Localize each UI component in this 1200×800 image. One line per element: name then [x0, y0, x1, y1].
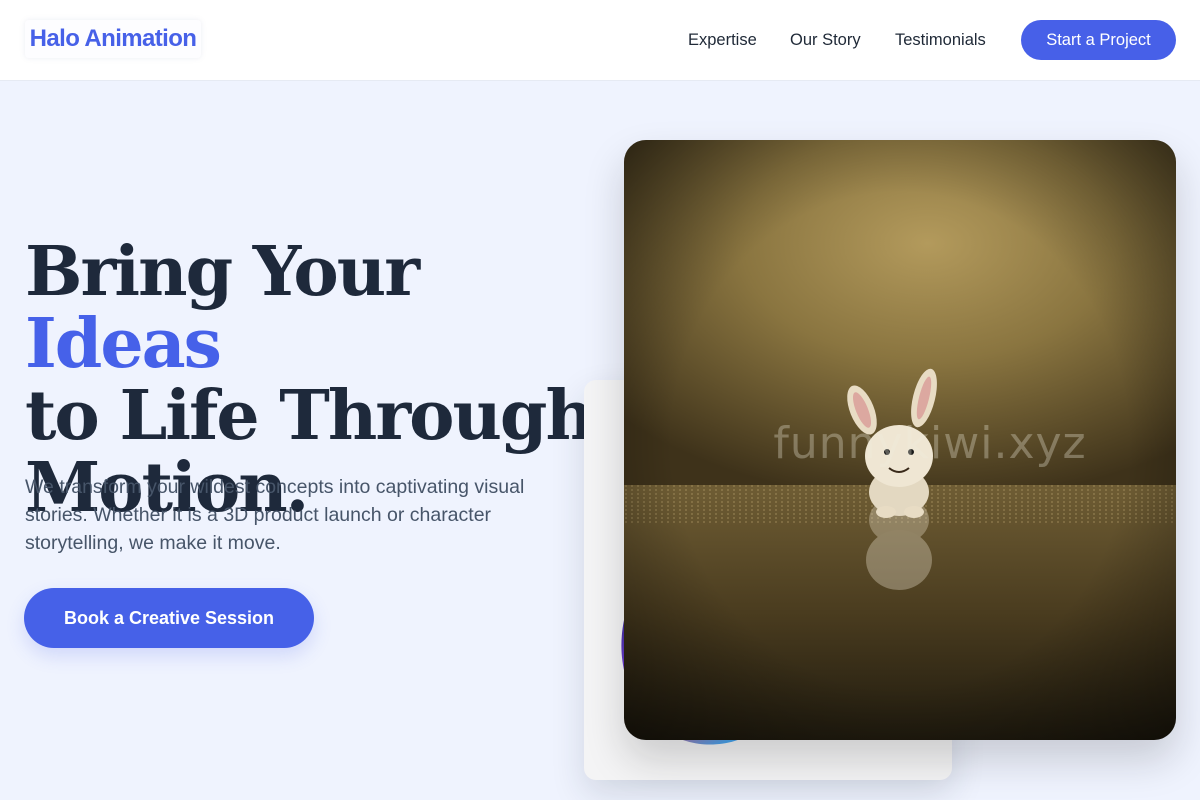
hero-feature-image: funnykiwi.xyz	[624, 140, 1176, 740]
nav-link-expertise[interactable]: Expertise	[688, 28, 757, 52]
headline-line2: to Life Through	[25, 376, 595, 456]
hero-subtext: We transform your wildest concepts into …	[25, 476, 525, 554]
brand-logo[interactable]: Halo Animation	[25, 20, 201, 58]
book-creative-session-button[interactable]: Book a Creative Session	[24, 588, 314, 648]
headline-line1-start: Bring Your	[25, 232, 420, 312]
image-watermark: funnykiwi.xyz	[773, 418, 1087, 469]
site-header: Halo Animation Expertise Our Story Testi…	[0, 0, 1200, 81]
start-project-button[interactable]: Start a Project	[1021, 20, 1176, 60]
nav-link-our-story[interactable]: Our Story	[790, 28, 861, 52]
headline-accent-word: Ideas	[25, 304, 222, 384]
nav-link-testimonials[interactable]: Testimonials	[895, 28, 986, 52]
